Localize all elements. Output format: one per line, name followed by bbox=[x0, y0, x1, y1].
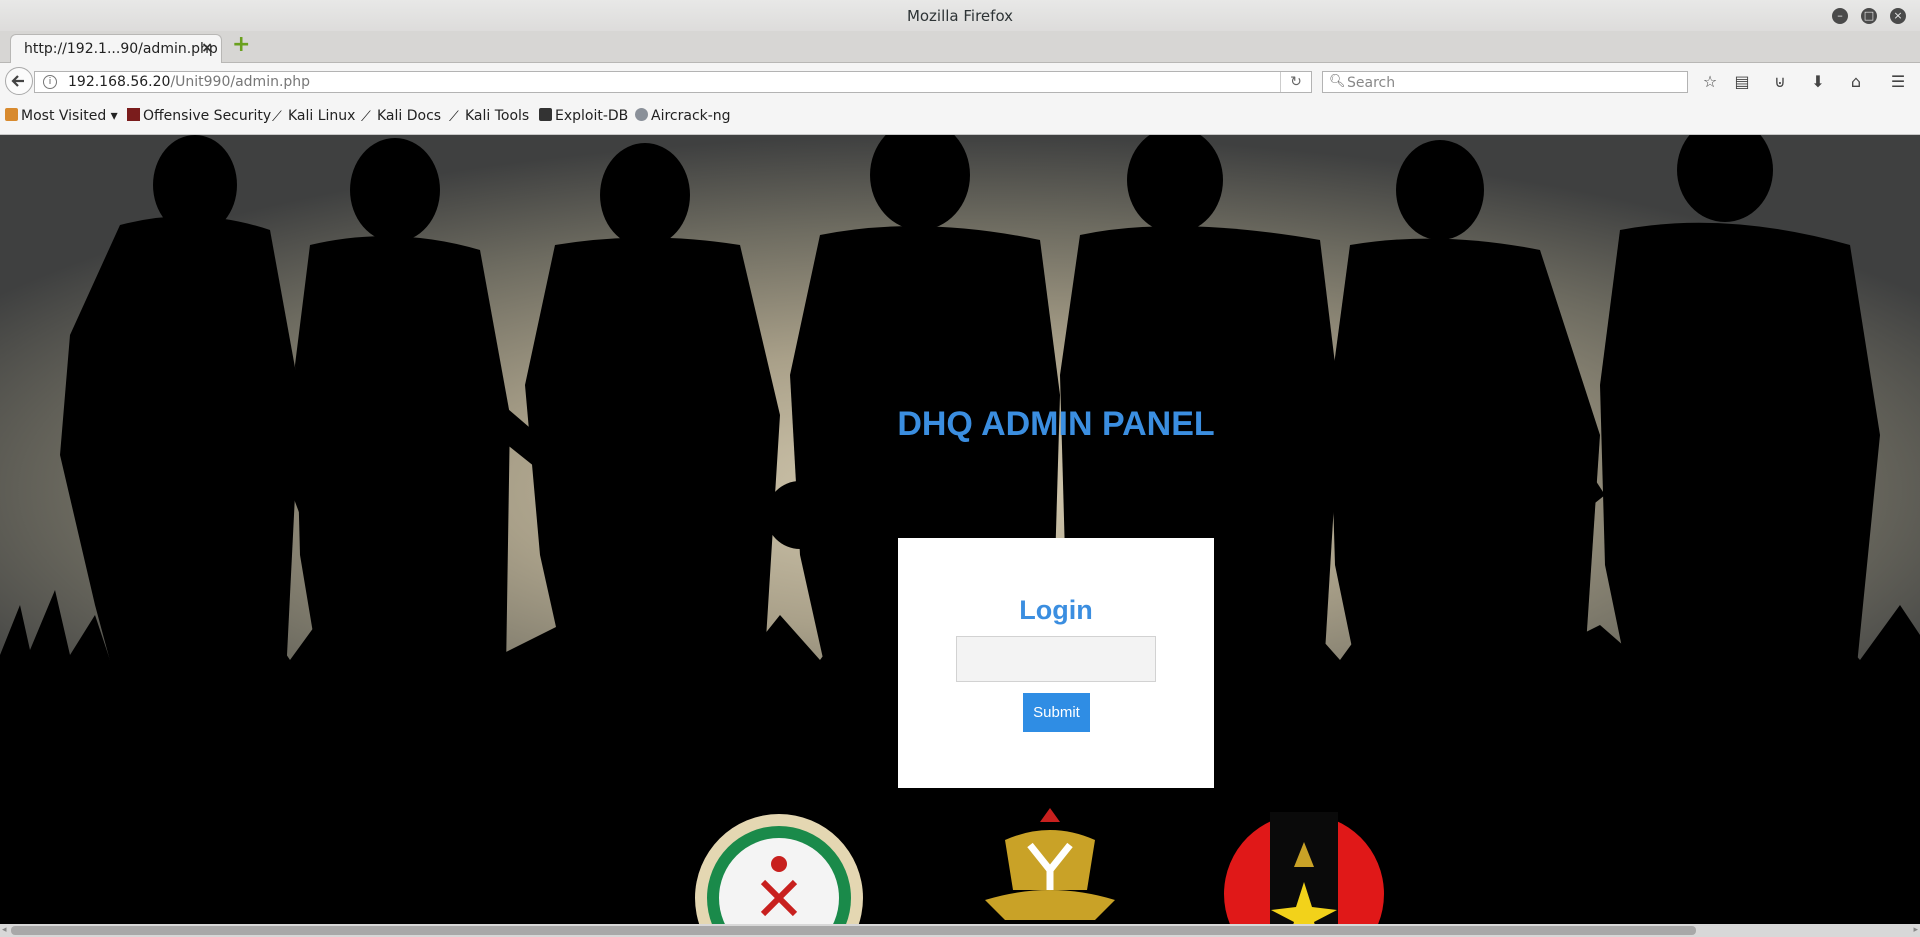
bookmark-label: Most Visited bbox=[21, 108, 107, 124]
defence-hq-emblem bbox=[695, 814, 863, 925]
bookmark-label: Offensive Security bbox=[143, 108, 272, 124]
army-emblem bbox=[1224, 812, 1384, 925]
pocket-icon[interactable]: ⊍ bbox=[1770, 72, 1790, 92]
air-force-emblem bbox=[985, 808, 1115, 920]
menu-icon[interactable]: ☰ bbox=[1888, 72, 1908, 92]
bookmark-label: Aircrack-ng bbox=[651, 108, 731, 124]
reading-list-icon[interactable]: ▤ bbox=[1732, 72, 1752, 92]
submit-button[interactable]: Submit bbox=[1023, 693, 1090, 732]
bookmark-offensive-security[interactable]: Offensive Security bbox=[127, 108, 271, 124]
bookmark-kali-linux[interactable]: ⟋ Kali Linux bbox=[272, 108, 356, 125]
search-input[interactable] bbox=[1345, 73, 1679, 93]
nav-bar: i 192.168.56.20/Unit990/admin.php ↻ 🔍︎ ☆… bbox=[0, 63, 1920, 100]
page-content: DHQ ADMIN PANEL Login Submit bbox=[0, 135, 1920, 925]
url-host: 192.168.56.20 bbox=[68, 74, 171, 90]
new-tab-button[interactable]: + bbox=[232, 34, 250, 56]
login-form: Login Submit bbox=[898, 538, 1214, 788]
back-button[interactable] bbox=[5, 67, 33, 95]
close-window-icon[interactable]: × bbox=[1890, 8, 1906, 24]
bookmark-label: Kali Linux bbox=[288, 108, 356, 124]
login-input[interactable] bbox=[956, 636, 1156, 682]
scrollbar-thumb[interactable] bbox=[11, 926, 1696, 935]
scroll-right-arrow-icon[interactable]: ▸ bbox=[1913, 924, 1918, 937]
bookmark-most-visited[interactable]: Most Visited ▾ bbox=[5, 108, 118, 124]
minimize-icon[interactable]: – bbox=[1832, 8, 1848, 24]
tab-strip: http://192.1...90/admin.php × bbox=[0, 31, 1920, 63]
horizontal-scrollbar[interactable]: ◂ ▸ bbox=[0, 924, 1920, 937]
bookmark-kali-tools[interactable]: ⟋ Kali Tools bbox=[449, 108, 530, 125]
window-titlebar: Mozilla Firefox – □ × bbox=[0, 0, 1920, 32]
url-bar[interactable]: i 192.168.56.20/Unit990/admin.php ↻ bbox=[34, 71, 1312, 93]
home-icon[interactable]: ⌂ bbox=[1846, 72, 1866, 92]
kali-dragon-icon: ⟋ bbox=[449, 109, 459, 125]
kali-dragon-icon: ⟋ bbox=[361, 109, 371, 125]
exploitdb-icon bbox=[539, 108, 552, 121]
tab-label: http://192.1...90/admin.php bbox=[24, 41, 218, 57]
window-title: Mozilla Firefox bbox=[906, 7, 1014, 25]
bookmark-label: Kali Docs bbox=[377, 108, 442, 124]
kali-dragon-icon: ⟋ bbox=[272, 109, 282, 125]
back-arrow-icon bbox=[11, 75, 24, 87]
maximize-icon[interactable]: □ bbox=[1861, 8, 1877, 24]
reload-icon[interactable]: ↻ bbox=[1280, 72, 1311, 92]
aircrack-icon bbox=[635, 108, 648, 121]
bookmark-kali-docs[interactable]: ⟋ Kali Docs bbox=[361, 108, 442, 125]
bookmarks-bar: Most Visited ▾ Offensive Security ⟋ Kali … bbox=[0, 100, 1920, 135]
url-text[interactable]: 192.168.56.20/Unit990/admin.php bbox=[68, 74, 310, 90]
folder-icon bbox=[5, 108, 18, 121]
search-icon: 🔍︎ bbox=[1329, 74, 1346, 89]
page-title: DHQ ADMIN PANEL bbox=[897, 405, 1215, 443]
bookmark-star-icon[interactable]: ☆ bbox=[1700, 72, 1720, 92]
bookmark-label: Kali Tools bbox=[465, 108, 530, 124]
url-path: /Unit990/admin.php bbox=[170, 74, 311, 90]
offsec-icon bbox=[127, 108, 140, 121]
tab-close-icon[interactable]: × bbox=[201, 40, 213, 56]
tab-admin[interactable]: http://192.1...90/admin.php × bbox=[10, 34, 222, 63]
site-info-icon[interactable]: i bbox=[43, 75, 57, 89]
login-heading: Login bbox=[1019, 595, 1093, 625]
bookmark-exploit-db[interactable]: Exploit-DB bbox=[539, 108, 628, 124]
downloads-icon[interactable]: ⬇ bbox=[1808, 72, 1828, 92]
search-bar[interactable]: 🔍︎ bbox=[1322, 71, 1688, 93]
scroll-left-arrow-icon[interactable]: ◂ bbox=[2, 924, 7, 937]
bookmark-aircrack-ng[interactable]: Aircrack-ng bbox=[635, 108, 731, 124]
bookmark-label: Exploit-DB bbox=[555, 108, 629, 124]
